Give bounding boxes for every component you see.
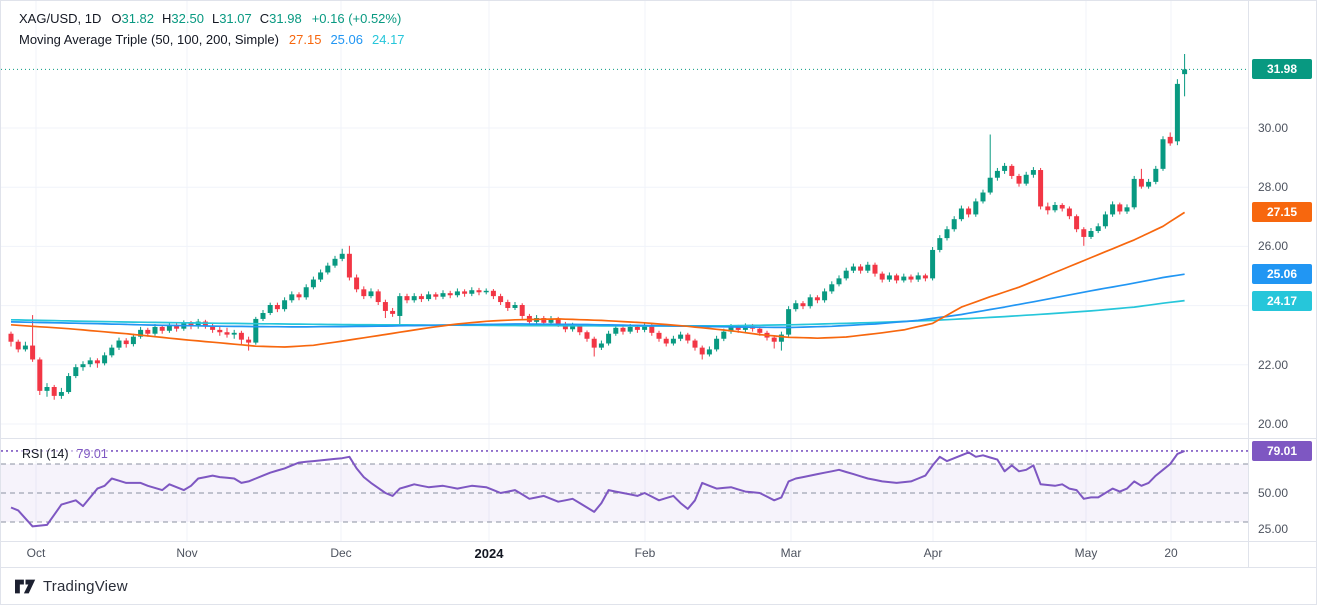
rsi-title[interactable]: RSI (14) xyxy=(22,447,69,461)
price-axis-badge: 24.17 xyxy=(1252,290,1312,311)
change-value: +0.16 (+0.52%) xyxy=(311,11,402,26)
ma-value: 25.06 xyxy=(330,32,363,47)
price-tick-label: 28.00 xyxy=(1258,180,1289,195)
chart-container[interactable]: XAG/USD, 1D O31.82 H32.50 L31.07 C31.98 +0.… xyxy=(0,0,1317,605)
tradingview-logo-icon xyxy=(15,579,36,594)
ohlc-values: O31.82 H32.50 L31.07 C31.98 xyxy=(111,11,309,26)
price-axis-badge: 25.06 xyxy=(1252,264,1312,285)
indicator-title[interactable]: Moving Average Triple (50, 100, 200, Sim… xyxy=(19,32,279,47)
time-tick-label: Mar xyxy=(780,546,802,560)
rsi-legend-row[interactable]: RSI (14) 79.01 xyxy=(19,447,111,461)
ohlc-item: C31.98 xyxy=(259,11,302,26)
ma-value: 24.17 xyxy=(372,32,405,47)
time-tick-label: Dec xyxy=(330,546,352,560)
price-tick-label: 26.00 xyxy=(1258,239,1289,254)
tradingview-logo[interactable]: TradingView xyxy=(15,578,128,595)
ma-value: 27.15 xyxy=(288,32,322,47)
rsi-tick-label: 50.00 xyxy=(1258,486,1289,500)
time-tick-label: Apr xyxy=(923,546,943,560)
indicator-values: 27.15 25.06 24.17 xyxy=(289,32,414,47)
symbol-title[interactable]: XAG/USD, 1D xyxy=(19,11,101,26)
price-tick-label: 20.00 xyxy=(1258,417,1289,431)
legend-indicator-row[interactable]: Moving Average Triple (50, 100, 200, Sim… xyxy=(19,29,414,50)
ohlc-item: L31.07 xyxy=(211,11,252,26)
time-tick-label: Oct xyxy=(26,546,46,560)
rsi-tick-label: 25.00 xyxy=(1258,522,1289,537)
candles-layer xyxy=(8,54,1188,400)
time-tick-label: Nov xyxy=(176,546,198,560)
time-tick-label: 2024 xyxy=(474,546,504,561)
rsi-value: 79.01 xyxy=(76,447,108,461)
time-tick-label: May xyxy=(1074,546,1098,560)
price-tick-label: 30.00 xyxy=(1258,121,1289,135)
rsi-axis-badge: 79.01 xyxy=(1252,440,1312,461)
price-axis-badge: 27.15 xyxy=(1252,202,1312,223)
chart-canvas[interactable] xyxy=(1,1,1317,605)
ohlc-item: H32.50 xyxy=(162,11,204,26)
legend: XAG/USD, 1D O31.82 H32.50 L31.07 C31.98 +0.… xyxy=(19,8,414,50)
time-tick-label: 20 xyxy=(1164,546,1178,560)
time-tick-label: Feb xyxy=(634,546,656,560)
legend-symbol-row[interactable]: XAG/USD, 1D O31.82 H32.50 L31.07 C31.98 +0.… xyxy=(19,8,414,29)
ohlc-item: O31.82 xyxy=(111,11,155,26)
tradingview-logo-text: TradingView xyxy=(43,578,128,595)
price-tick-label: 22.00 xyxy=(1258,357,1289,372)
price-axis-badge: 31.98 xyxy=(1252,59,1312,80)
time-axis[interactable] xyxy=(1,542,1316,567)
